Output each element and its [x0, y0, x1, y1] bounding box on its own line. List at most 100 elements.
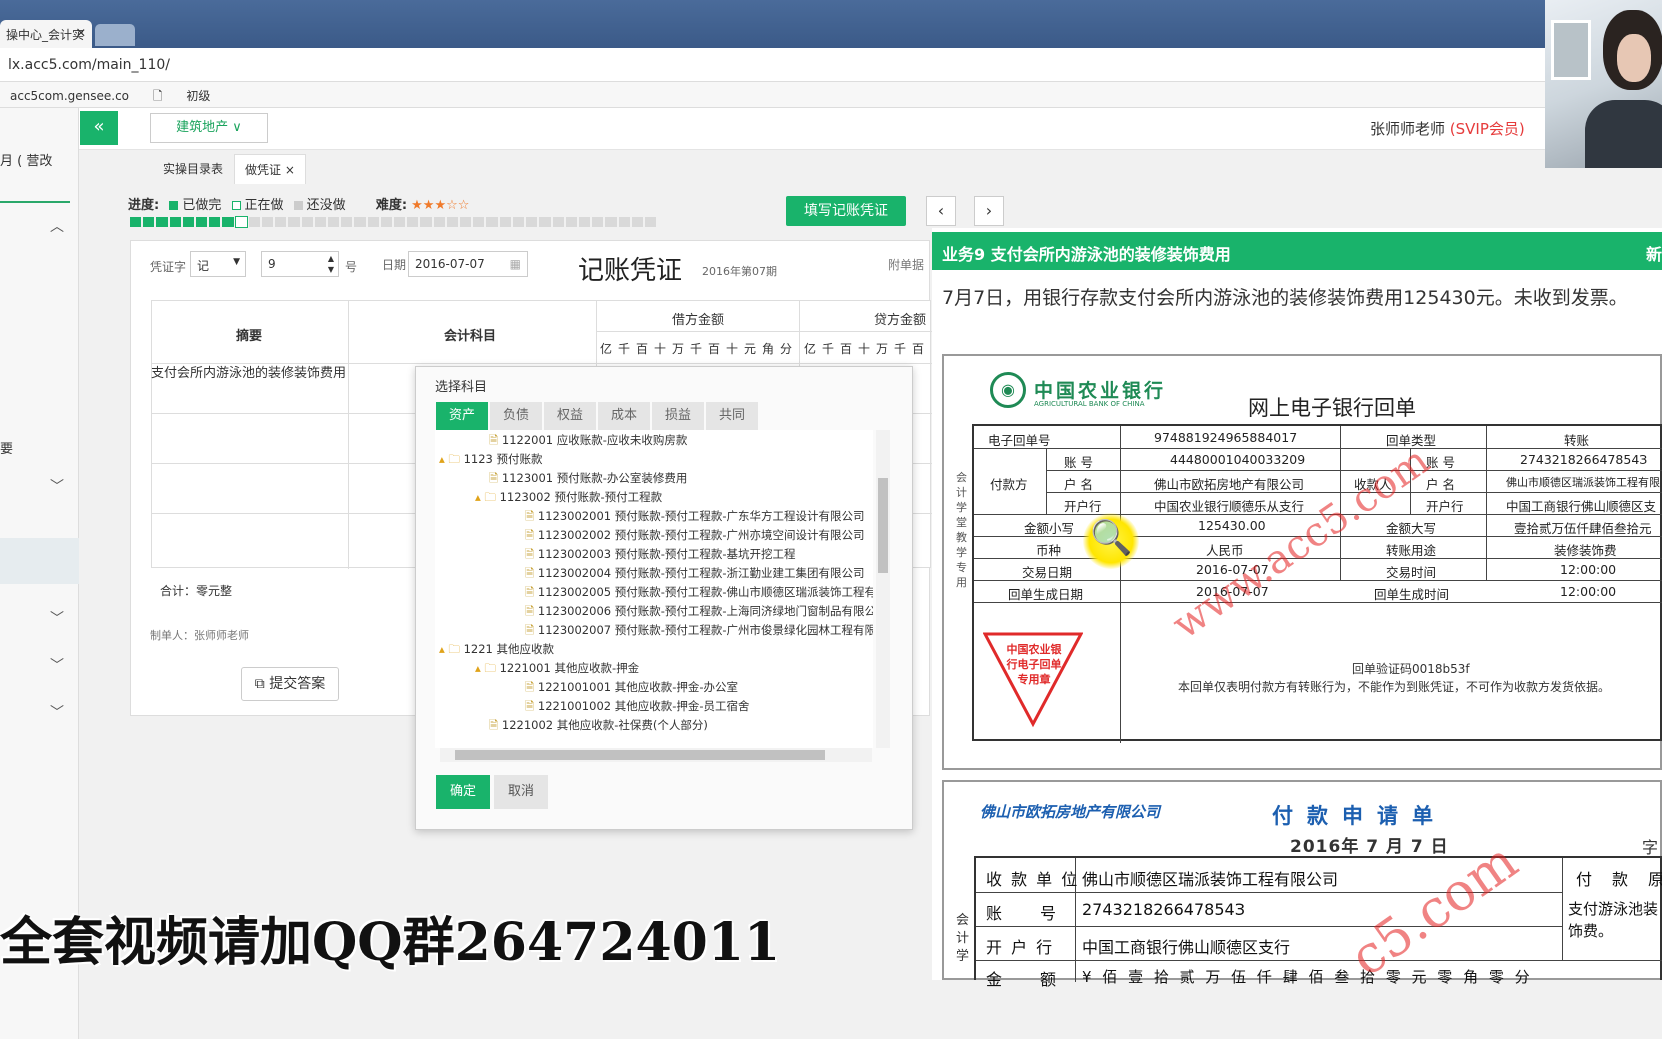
voucher-number-input[interactable]: 9 ▲ ▼: [261, 251, 339, 277]
voucher-type-select[interactable]: 记 ▼: [190, 251, 246, 277]
user-name: 张师师老师: [1370, 120, 1446, 138]
reason-label: 付 款 原: [1576, 870, 1662, 889]
time-label: 交易时间: [1386, 565, 1437, 580]
progress-segment: [248, 217, 261, 227]
tree-item[interactable]: 🗎 1221001002 其他应收款-押金-员工宿舍: [525, 698, 750, 718]
chevron-down-icon[interactable]: ﹀: [50, 608, 64, 628]
cancel-button[interactable]: 取消: [494, 775, 548, 809]
date-value: 2016-07-07: [415, 257, 485, 271]
tree-item-label: 1123002003 预付账款-预付工程款-基坑开挖工程: [537, 547, 796, 561]
progress-segment: [156, 217, 168, 227]
chevron-up-icon[interactable]: ︿: [50, 216, 64, 236]
col-account: 会计科目: [444, 329, 497, 344]
tree-item[interactable]: 🗎 1123002007 预付账款-预付工程款-广州市俊景绿化园林工程有限: [525, 622, 873, 642]
progress-segment: [420, 217, 432, 227]
collapse-sidebar-button[interactable]: «: [80, 111, 118, 145]
payment-table: 收 款 单 位 佛山市顺德区瑞派装饰工程有限公司 账 号 27432182664…: [974, 856, 1662, 989]
credit-digit-headers: 亿千百十万千百: [804, 342, 931, 356]
date-input[interactable]: 2016-07-07 ▦: [408, 251, 528, 277]
tab-catalog[interactable]: 实操目录表: [153, 158, 233, 179]
fill-voucher-button[interactable]: 填写记账凭证: [786, 196, 906, 226]
zoom-in-icon[interactable]: 🔍: [1090, 518, 1132, 558]
progress-segment: [169, 217, 181, 227]
progress-segment: [512, 217, 525, 227]
payment-company: 佛山市欧拓房地产有限公司: [980, 803, 1161, 821]
bookmarks-bar: acc5com.gensee.co 🗋 初级: [0, 82, 1662, 108]
submit-answer-button[interactable]: ⧉ 提交答案: [241, 667, 339, 701]
sidebar-item-partial[interactable]: 月 ( 营改: [0, 150, 52, 169]
tree-item-label: 1123002002 预付账款-预付工程款-广州亦境空间设计有限公司: [537, 528, 865, 542]
user-info[interactable]: 张师师老师 (SVIP会员): [1370, 118, 1525, 139]
tab-assets[interactable]: 资产: [436, 402, 488, 430]
tree-item[interactable]: 🗎 1221002 其他应收款-社保费(个人部分): [489, 717, 708, 737]
presenter-body: [1585, 100, 1662, 168]
tree-item[interactable]: ▴ 🗀 1123002 预付账款-预付工程款: [475, 489, 662, 509]
tab-common[interactable]: 共同: [706, 402, 758, 430]
chevron-down-icon[interactable]: ﹀: [50, 476, 64, 496]
tree-item-label: 1123002001 预付账款-预付工程款-广东华方工程设计有限公司: [537, 509, 865, 523]
progress-segment: [460, 217, 472, 227]
file-icon: 🗎: [525, 623, 538, 637]
chevron-down-icon[interactable]: ﹀: [50, 702, 64, 722]
progress-segment: [407, 217, 419, 227]
project-dropdown[interactable]: 建筑地产 ∨: [150, 113, 268, 143]
next-button[interactable]: ›: [974, 196, 1004, 226]
new-tab-button[interactable]: [95, 24, 135, 46]
sidebar-item-highlight[interactable]: [0, 538, 79, 584]
amt-big-label: 金额大写: [1386, 521, 1437, 536]
tab-equity[interactable]: 权益: [544, 402, 596, 430]
tree-item[interactable]: 🗎 1221001001 其他应收款-押金-办公室: [525, 679, 738, 699]
browser-titlebar: [0, 0, 1662, 48]
bookmark-gensee[interactable]: acc5com.gensee.co: [10, 89, 129, 103]
summary-cell[interactable]: 支付会所内游泳池的装修装饰费用: [151, 364, 349, 383]
tab-liabilities[interactable]: 负债: [490, 402, 542, 430]
close-icon[interactable]: ×: [285, 163, 295, 177]
bookshelf: [1551, 20, 1591, 80]
tree-item[interactable]: 🗎 1123002006 预付账款-预付工程款-上海同济绿地门窗制品有限公: [525, 603, 873, 623]
task-header-right[interactable]: 新: [1646, 241, 1662, 265]
task-header: 业务9 支付会所内游泳池的装修装饰费用 新: [932, 232, 1662, 270]
tree-vscroll-thumb[interactable]: [878, 478, 888, 573]
browser-tab[interactable]: 操中心_会计实 ✕: [0, 20, 92, 48]
verify-code: 回单验证码0018b53f: [1352, 662, 1470, 676]
folder-icon: ▴ 🗀: [439, 642, 464, 656]
payment-title: 付款申请单: [1272, 804, 1447, 828]
file-icon: 🗎: [525, 604, 538, 618]
bank-stamp: 中国农业银行电子回单专用章: [982, 632, 1084, 731]
calendar-icon[interactable]: ▦: [510, 257, 521, 271]
tree-item[interactable]: 🗎 1123002001 预付账款-预付工程款-广东华方工程设计有限公司: [525, 508, 865, 528]
tree-item[interactable]: 🗎 1123001 预付账款-办公室装修费用: [489, 470, 687, 490]
url-text: lx.acc5.com/main_110/: [8, 57, 170, 73]
progress-segment: [631, 217, 643, 227]
tree-item[interactable]: 🗎 1123002004 预付账款-预付工程款-浙江勤业建工集团有限公司: [525, 565, 865, 585]
stepper-icon[interactable]: ▲ ▼: [328, 253, 334, 275]
subtabs: 实操目录表 做凭证 ×: [79, 152, 1662, 184]
address-bar[interactable]: lx.acc5.com/main_110/: [0, 48, 1662, 82]
chevron-down-icon[interactable]: ﹀: [50, 655, 64, 675]
tree-item[interactable]: 🗎 1123002005 预付账款-预付工程款-佛山市顺德区瑞派装饰工程有: [525, 584, 873, 604]
tree-item[interactable]: ▴ 🗀 1221 其他应收款: [439, 641, 554, 661]
page-icon: 🗋: [152, 89, 163, 103]
tree-item[interactable]: 🗎 1122001 应收账款-应收未收购房款: [489, 432, 687, 452]
tree-hscroll-thumb[interactable]: [455, 750, 825, 760]
progress-segment: [234, 216, 248, 228]
tab-profit-loss[interactable]: 损益: [652, 402, 704, 430]
progress-segment: [275, 217, 287, 227]
tree-item-label: 1123002 预付账款-预付工程款: [499, 490, 663, 504]
abc-logo-icon: ◉: [990, 372, 1026, 408]
payee-unit-label: 收 款 单 位: [986, 870, 1080, 889]
tree-item[interactable]: 🗎 1123002002 预付账款-预付工程款-广州亦境空间设计有限公司: [525, 527, 865, 547]
stamp-text: 中国农业银行电子回单专用章: [1006, 643, 1062, 686]
prev-button[interactable]: ‹: [926, 196, 956, 226]
bookmark-chuji[interactable]: 初级: [186, 89, 210, 103]
tree-item[interactable]: ▴ 🗀 1123 预付账款: [439, 451, 543, 471]
progress-segment: [644, 217, 657, 227]
tab-cost[interactable]: 成本: [598, 402, 650, 430]
webcam-overlay: [1545, 0, 1662, 168]
currency: 人民币: [1206, 543, 1244, 558]
tree-item[interactable]: ▴ 🗀 1221001 其他应收款-押金: [475, 660, 639, 680]
close-tab-icon[interactable]: ✕: [76, 26, 86, 40]
tab-make-voucher[interactable]: 做凭证 ×: [234, 154, 306, 184]
confirm-button[interactable]: 确定: [436, 775, 490, 809]
tree-item[interactable]: 🗎 1123002003 预付账款-预付工程款-基坑开挖工程: [525, 546, 796, 566]
